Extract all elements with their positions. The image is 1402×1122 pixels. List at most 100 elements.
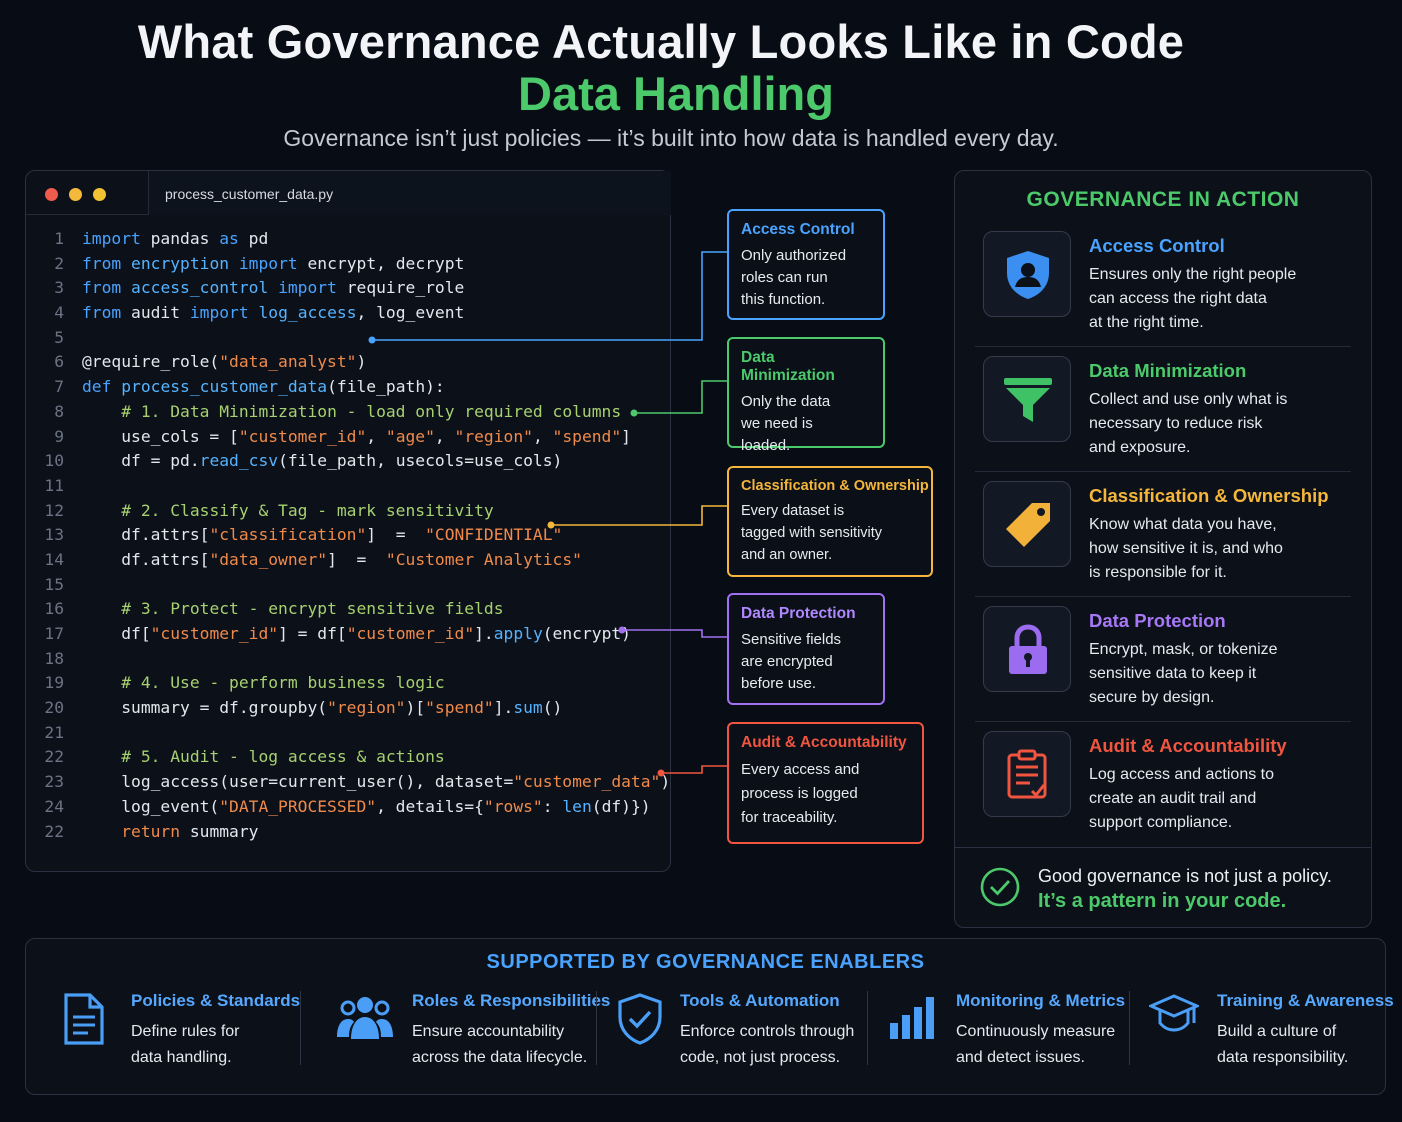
callout-body: Only the data we need is loaded. xyxy=(741,391,871,457)
people-icon xyxy=(337,997,393,1039)
enabler-description: Continuously measure and detect issues. xyxy=(956,1019,1115,1071)
governance-item-description: Collect and use only what is necessary t… xyxy=(1089,388,1349,460)
governance-item-access-control: Access Control Ensures only the right pe… xyxy=(983,231,1353,341)
description-line: Collect and use only what is xyxy=(1089,391,1288,408)
description-line: how sensitive it is, and who xyxy=(1089,540,1283,557)
callout-classification-ownership: Classification & Ownership Every dataset… xyxy=(727,466,933,577)
governance-divider xyxy=(975,596,1351,597)
enabler-divider xyxy=(1129,991,1130,1065)
governance-item-title: Data Protection xyxy=(1089,610,1226,631)
audit-document-icon xyxy=(983,731,1071,817)
description-line: necessary to reduce risk xyxy=(1089,415,1263,432)
description-line: support compliance. xyxy=(1089,814,1233,831)
enabler-description: Enforce controls through code, not just … xyxy=(680,1019,854,1071)
callout-body: Sensitive fields are encrypted before us… xyxy=(741,629,871,695)
callout-title: Data Minimization xyxy=(741,349,835,384)
enabler-tools-automation: Tools & Automation Enforce controls thro… xyxy=(617,989,867,1075)
callout-line: tagged with sensitivity xyxy=(741,525,883,541)
description-line: secure by design. xyxy=(1089,689,1215,706)
description-line: data responsibility. xyxy=(1217,1049,1349,1066)
check-circle-icon xyxy=(980,867,1020,907)
governance-item-classification-ownership: Classification & Ownership Know what dat… xyxy=(983,481,1353,591)
callout-line: for traceability. xyxy=(741,809,838,826)
bar-chart-icon xyxy=(890,997,934,1039)
description-line: sensitive data to keep it xyxy=(1089,665,1257,682)
governance-title: GOVERNANCE IN ACTION xyxy=(1026,188,1300,211)
enabler-training-awareness: Training & Awareness Build a culture of … xyxy=(1149,989,1394,1075)
callout-data-minimization: Data Minimization Only the data we need … xyxy=(727,337,885,454)
description-line: Log access and actions to xyxy=(1089,766,1275,783)
connector-data-protection xyxy=(618,626,728,638)
footer-line-1: Good governance is not just a policy. xyxy=(1038,866,1332,886)
governance-item-title: Classification & Ownership xyxy=(1089,485,1329,506)
enabler-divider xyxy=(867,991,868,1065)
callout-line: Sensitive fields xyxy=(741,631,842,648)
description-line: data handling. xyxy=(131,1049,232,1066)
governance-panel: GOVERNANCE IN ACTION Access Control Ensu… xyxy=(954,170,1372,928)
enablers-title: SUPPORTED BY GOVERNANCE ENABLERS xyxy=(486,951,925,973)
governance-item-data-minimization: Data Minimization Collect and use only w… xyxy=(983,356,1353,466)
enabler-divider xyxy=(596,991,597,1065)
enabler-title: Roles & Responsibilities xyxy=(412,991,611,1010)
connector-access-control xyxy=(368,251,728,344)
graduation-cap-icon xyxy=(1149,994,1199,1032)
governance-divider xyxy=(975,721,1351,722)
enabler-description: Ensure accountability across the data li… xyxy=(412,1019,587,1071)
enabler-title: Training & Awareness xyxy=(1217,991,1394,1010)
callout-line: process is logged xyxy=(741,785,858,802)
document-icon xyxy=(64,993,104,1045)
callout-title: Classification & Ownership xyxy=(741,478,929,494)
description-line: is responsible for it. xyxy=(1089,564,1227,581)
callout-title: Access Control xyxy=(741,221,855,238)
callout-line: loaded. xyxy=(741,437,791,454)
governance-item-description: Ensures only the right people can access… xyxy=(1089,263,1349,335)
description-line: code, not just process. xyxy=(680,1049,841,1066)
description-line: across the data lifecycle. xyxy=(412,1049,588,1066)
callout-body: Every access and process is logged for t… xyxy=(741,758,910,830)
footer-line-2: It’s a pattern in your code. xyxy=(1038,890,1287,912)
enabler-title: Monitoring & Metrics xyxy=(956,991,1126,1010)
governance-item-description: Log access and actions to create an audi… xyxy=(1089,763,1349,835)
enabler-title: Tools & Automation xyxy=(680,991,840,1010)
callout-access-control: Access Control Only authorized roles can… xyxy=(727,209,885,320)
governance-item-title: Audit & Accountability xyxy=(1089,735,1287,756)
enabler-title: Policies & Standards xyxy=(131,991,301,1010)
description-line: Enforce controls through xyxy=(680,1023,855,1040)
description-line: create an audit trail and xyxy=(1089,790,1257,807)
enabler-description: Define rules for data handling. xyxy=(131,1019,240,1071)
callout-line: we need is xyxy=(741,415,813,432)
callout-title: Data Protection xyxy=(741,605,856,622)
callout-line: Only authorized xyxy=(741,247,847,264)
description-line: Ensures only the right people xyxy=(1089,266,1297,283)
description-line: Build a culture of xyxy=(1217,1023,1337,1040)
governance-item-title: Data Minimization xyxy=(1089,360,1247,381)
description-line: and detect issues. xyxy=(956,1049,1085,1066)
callout-line: and an owner. xyxy=(741,547,833,563)
description-line: Know what data you have, xyxy=(1089,516,1277,533)
governance-item-description: Know what data you have, how sensitive i… xyxy=(1089,513,1349,585)
description-line: and exposure. xyxy=(1089,439,1191,456)
shield-user-icon xyxy=(983,231,1071,317)
description-line: Ensure accountability xyxy=(412,1023,565,1040)
callout-line: Only the data xyxy=(741,393,831,410)
connector-data-minimization xyxy=(630,380,728,417)
description-line: Define rules for xyxy=(131,1023,240,1040)
callout-line: Every access and xyxy=(741,761,860,778)
callout-body: Only authorized roles can run this funct… xyxy=(741,245,871,311)
shield-check-icon xyxy=(618,993,662,1045)
callout-data-protection: Data Protection Sensitive fields are enc… xyxy=(727,593,885,705)
governance-item-audit-accountability: Audit & Accountability Log access and ac… xyxy=(983,731,1353,841)
description-line: Encrypt, mask, or tokenize xyxy=(1089,641,1278,658)
callout-body: Every dataset is tagged with sensitivity… xyxy=(741,500,919,566)
funnel-icon xyxy=(983,356,1071,442)
callout-line: before use. xyxy=(741,675,817,692)
enabler-policies-standards: Policies & Standards Define rules for da… xyxy=(62,989,322,1075)
governance-footer: Good governance is not just a policy. It… xyxy=(955,847,1371,927)
connector-audit xyxy=(657,765,728,777)
tag-icon xyxy=(983,481,1071,567)
enablers-panel: SUPPORTED BY GOVERNANCE ENABLERS Policie… xyxy=(25,938,1394,1095)
callout-title: Audit & Accountability xyxy=(741,734,907,751)
description-line: Continuously measure xyxy=(956,1023,1116,1040)
callout-line: are encrypted xyxy=(741,653,833,670)
callout-line: roles can run xyxy=(741,269,828,286)
